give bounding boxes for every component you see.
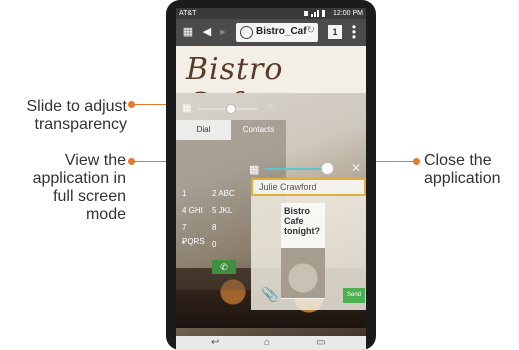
key-star[interactable]: * <box>182 238 208 252</box>
message-text-line2: Cafe <box>284 216 304 226</box>
attach-icon[interactable]: 📎 <box>261 286 278 302</box>
dialer-transparency-knob[interactable] <box>226 104 236 114</box>
back-arrow-icon[interactable]: ◀ <box>200 25 214 39</box>
status-bar: AT&T 12:00 PM <box>176 8 366 19</box>
callout-fullscreen: View the application in full screen mode <box>0 152 126 224</box>
key-7[interactable]: 7 PQRS <box>182 221 208 246</box>
key-2[interactable]: 2 ABC <box>212 187 238 201</box>
key-5[interactable]: 5 JKL <box>212 204 238 218</box>
site-favicon-icon <box>240 26 253 39</box>
message-qslide-bar: ▦ ✕ <box>241 160 366 178</box>
callout-fullscreen-line3: full screen <box>53 188 126 205</box>
navigation-bar: ↩ ⌂ ▭ <box>176 336 366 350</box>
send-button[interactable]: Send <box>343 288 365 303</box>
tab-dial[interactable]: Dial <box>176 120 231 140</box>
callout-transparency: Slide to adjust transparency <box>0 98 127 134</box>
callout-transparency-line2: transparency <box>34 116 128 133</box>
message-attachment-image <box>281 248 325 298</box>
message-transparency-knob[interactable] <box>321 162 334 175</box>
forward-arrow-icon[interactable]: ▸ <box>216 25 230 39</box>
more-options-icon[interactable]: • • • <box>351 21 357 43</box>
phone-screen: AT&T 12:00 PM ▦ ◀ ▸ Bistro_Caf ↻ 1 ••• <box>176 8 366 350</box>
signal-icon <box>304 10 325 17</box>
dialer-tabs: Dial Contacts <box>176 120 286 140</box>
recent-apps-icon[interactable]: ▭ <box>316 337 325 348</box>
key-0[interactable]: 0 <box>212 238 238 252</box>
url-field[interactable]: Bistro_Caf ↻ <box>236 23 318 42</box>
message-text-line3: tonight? <box>284 226 320 236</box>
callout-fullscreen-line1: View the <box>64 152 126 169</box>
phone-device: AT&T 12:00 PM ▦ ◀ ▸ Bistro_Caf ↻ 1 ••• <box>166 0 376 350</box>
message-transparency-track[interactable] <box>265 168 325 170</box>
dialer-close-icon[interactable]: ✕ <box>266 102 274 113</box>
tab-count-button[interactable]: 1 <box>328 25 342 39</box>
dialer-qslide-bar: ▦ ✕ <box>176 101 286 117</box>
carrier-label: AT&T <box>179 10 197 17</box>
clock: 12:00 PM <box>333 10 363 17</box>
key-1[interactable]: 1 <box>182 187 208 201</box>
dialer-fullscreen-icon[interactable]: ▦ <box>182 103 191 114</box>
callout-transparency-line1: Slide to adjust <box>26 98 127 115</box>
callout-fullscreen-dot <box>128 158 135 165</box>
callout-close-dot <box>413 158 420 165</box>
qslide-icon[interactable]: ▦ <box>181 25 195 39</box>
browser-toolbar: ▦ ◀ ▸ Bistro_Caf ↻ 1 • • • <box>176 19 366 46</box>
callout-close-line2: application <box>424 170 501 187</box>
callout-transparency-dot <box>128 101 135 108</box>
message-text-line1: Bistro <box>284 206 311 216</box>
tab-contacts[interactable]: Contacts <box>231 120 286 140</box>
callout-fullscreen-line2: application in <box>32 170 126 187</box>
reload-icon[interactable]: ↻ <box>307 25 315 36</box>
call-button[interactable]: ✆ <box>212 260 236 274</box>
message-fullscreen-icon[interactable]: ▦ <box>249 163 259 176</box>
key-4[interactable]: 4 GHI <box>182 204 208 218</box>
back-icon[interactable]: ↩ <box>211 337 219 348</box>
callout-close: Close the application <box>424 152 519 188</box>
url-text: Bistro_Caf <box>256 26 307 37</box>
message-window: Julie Crawford Bistro Cafe tonight? 📎 Se… <box>251 178 366 310</box>
callout-close-line1: Close the <box>424 152 492 169</box>
recipient-field[interactable]: Julie Crawford <box>251 178 366 196</box>
callout-fullscreen-line4: mode <box>85 206 126 223</box>
message-close-icon[interactable]: ✕ <box>351 161 361 175</box>
key-8[interactable]: 8 <box>212 221 238 235</box>
home-icon[interactable]: ⌂ <box>264 337 270 348</box>
